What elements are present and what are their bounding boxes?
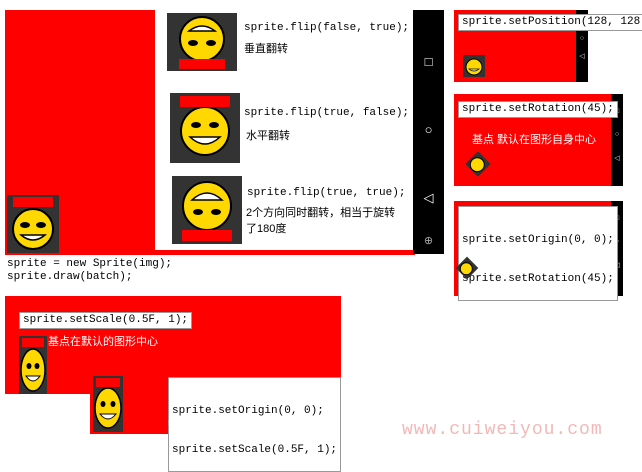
origin-scale-desc: 基点在指定的图形左下角原点 [168, 416, 311, 428]
scale-desc: 基点在默认的图形中心 [48, 336, 158, 348]
flip-both-desc: 2个方向同时翻转，相当于旋转了180度 [246, 207, 396, 235]
main-code-line1: sprite = new Sprite(img); [7, 258, 173, 270]
home-circle-icon[interactable]: ○ [413, 122, 444, 137]
android-nav-bar: □ ○ ◁ ⊕ [413, 10, 444, 254]
position-code: sprite.setPosition(128, 128); [458, 14, 642, 31]
flip-vertical-code: sprite.flip(false, true); [244, 22, 410, 34]
sprite-face-scale [19, 336, 47, 394]
flip-horizontal-desc: 水平翻转 [246, 130, 290, 142]
origin-rotation-desc: 将基点设为左下角 [496, 256, 584, 268]
sprite-face-origin-scale [93, 376, 123, 432]
flip-horizontal-code: sprite.flip(true, false); [244, 107, 410, 119]
sprite-face-flip-both [172, 176, 242, 244]
watermark: www.cuiweiyou.com [402, 420, 603, 440]
sprite-face-rotation [465, 151, 491, 177]
overview-square-icon[interactable]: □ [413, 54, 444, 69]
sprite-face-position [463, 55, 485, 77]
back-triangle-icon[interactable]: ◁ [413, 190, 444, 206]
sprite-face-flip-horizontal [170, 93, 240, 163]
origin-scale-code-line2: sprite.setScale(0.5F, 1); [172, 444, 338, 456]
rotation-desc: 基点 默认在图形自身中心 [472, 134, 597, 146]
flip-vertical-desc: 垂直翻转 [244, 43, 288, 55]
sprite-face-flip-vertical [167, 13, 237, 71]
sprite-face-main [7, 195, 59, 253]
sprite-face-origin-rotation [455, 256, 479, 280]
plus-icon[interactable]: ⊕ [413, 234, 444, 247]
origin-rotation-code-line1: sprite.setOrigin(0, 0); [462, 234, 614, 246]
flip-both-code: sprite.flip(true, true); [247, 187, 406, 199]
main-canvas-bottom [155, 250, 415, 255]
main-code-line2: sprite.draw(batch); [7, 271, 133, 283]
origin-rotation-code-line2: sprite.setRotation(45); [462, 273, 614, 285]
rotation-code: sprite.setRotation(45); [458, 101, 618, 118]
scale-code: sprite.setScale(0.5F, 1); [19, 312, 193, 329]
